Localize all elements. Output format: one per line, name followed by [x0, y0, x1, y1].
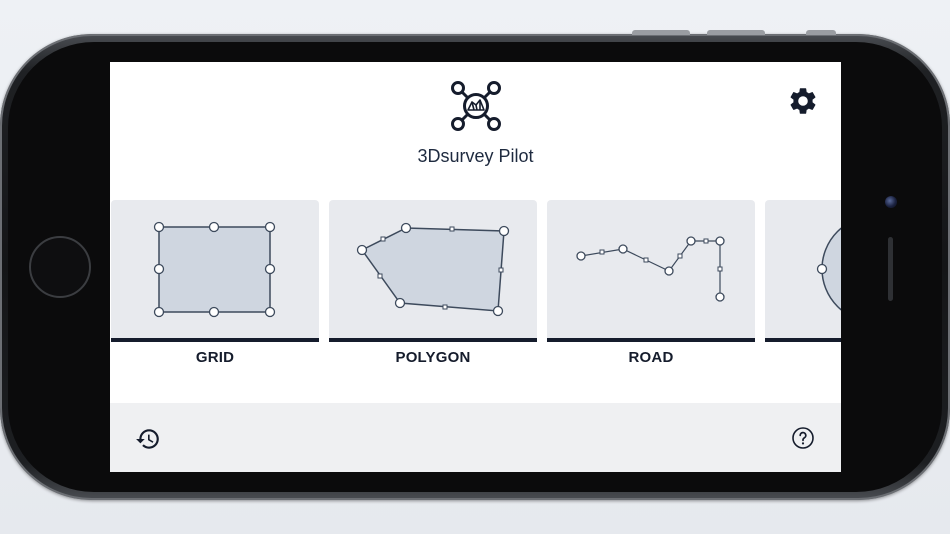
- gear-icon[interactable]: [787, 85, 819, 117]
- mode-label-road: ROAD: [628, 349, 674, 366]
- circle-shape-icon: [816, 227, 841, 311]
- history-icon[interactable]: [135, 426, 161, 452]
- drone-logo-icon: [451, 81, 501, 131]
- mission-mode-carousel[interactable]: GRID POLYGON ROAD: [110, 200, 841, 390]
- mode-card-road[interactable]: [547, 200, 755, 342]
- app-title: 3Dsurvey Pilot: [417, 146, 534, 166]
- mode-label-polygon: POLYGON: [395, 349, 471, 366]
- app-screen: 3Dsurvey Pilot GRID POLYGON ROAD: [110, 62, 841, 472]
- mode-label-grid: GRID: [195, 349, 235, 366]
- earpiece-speaker: [888, 237, 893, 301]
- front-camera: [885, 196, 897, 208]
- polygon-shape-icon: [356, 222, 510, 317]
- mute-switch: [806, 30, 836, 35]
- mode-card-polygon[interactable]: [329, 200, 537, 342]
- mode-card-circle[interactable]: [765, 200, 841, 342]
- grid-shape-icon: [153, 221, 276, 318]
- home-button[interactable]: [29, 236, 91, 298]
- bottom-toolbar: [110, 403, 841, 472]
- mode-card-grid[interactable]: [111, 200, 319, 342]
- help-icon[interactable]: [791, 426, 815, 450]
- road-path-icon: [576, 236, 725, 302]
- volume-down-button: [707, 30, 765, 35]
- volume-up-button: [632, 30, 690, 35]
